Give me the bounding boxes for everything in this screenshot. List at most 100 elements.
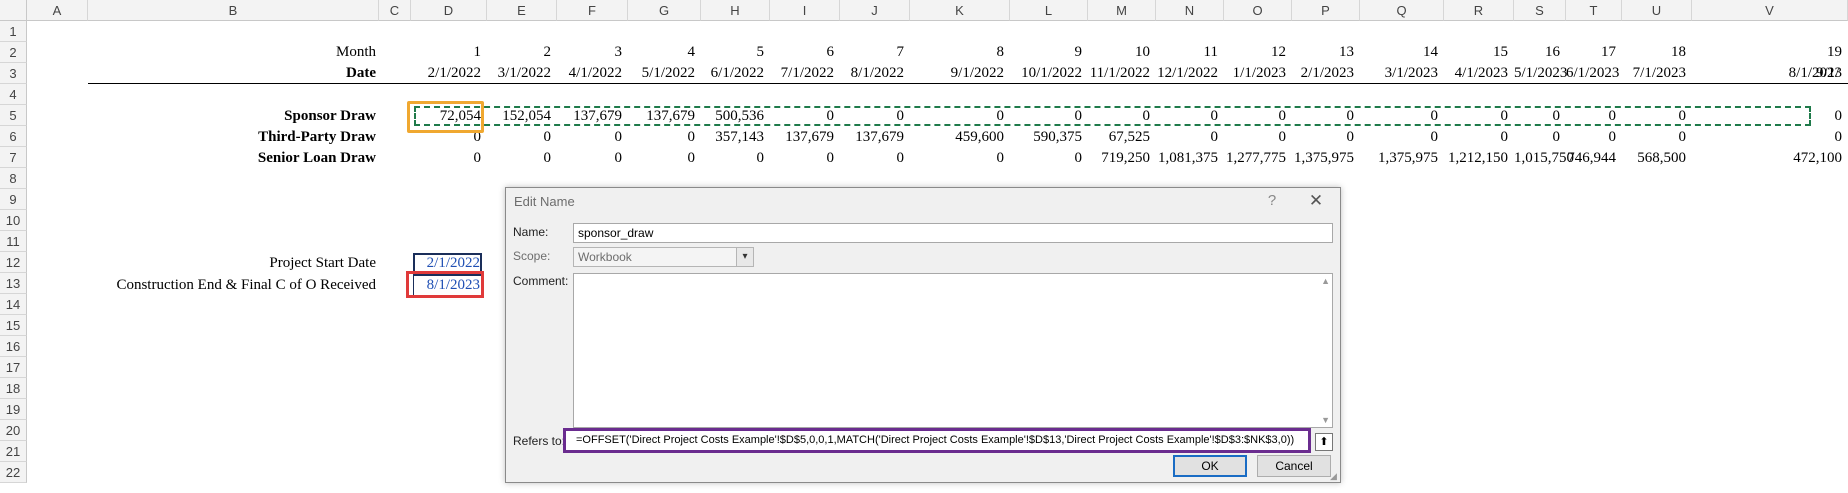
month-cell[interactable]: 9 — [1010, 42, 1083, 63]
ok-button[interactable]: OK — [1173, 455, 1247, 477]
third-party-draw-cell[interactable]: 0 — [1514, 127, 1561, 148]
month-cell[interactable]: 13 — [1292, 42, 1354, 63]
column-header-k[interactable]: K — [910, 0, 1010, 21]
column-header-d[interactable]: D — [411, 0, 487, 21]
third-party-draw-cell[interactable]: 67,525 — [1088, 127, 1150, 148]
month-cell[interactable]: 2 — [487, 42, 552, 63]
row-header-20[interactable]: 20 — [0, 420, 27, 441]
row-header-5[interactable]: 5 — [0, 105, 27, 126]
row-header-9[interactable]: 9 — [0, 189, 27, 210]
third-party-draw-cell[interactable]: 0 — [1156, 127, 1219, 148]
third-party-draw-cell[interactable]: 590,375 — [1010, 127, 1082, 148]
column-header-n[interactable]: N — [1156, 0, 1224, 21]
row-header-19[interactable]: 19 — [0, 399, 27, 420]
senior-loan-draw-cell[interactable]: 719,250 — [1088, 148, 1150, 169]
senior-loan-draw-cell[interactable]: 472,100 — [1692, 148, 1842, 169]
month-cell[interactable]: 12 — [1224, 42, 1286, 63]
date-cell[interactable]: 6/1/2023 — [1566, 63, 1619, 84]
date-cell[interactable]: 5/1/2022 — [628, 63, 695, 84]
month-cell[interactable]: 4 — [628, 42, 696, 63]
column-header-s[interactable]: S — [1514, 0, 1566, 21]
column-header-t[interactable]: T — [1566, 0, 1622, 21]
date-cell[interactable]: 4/1/2022 — [557, 63, 622, 84]
resize-grip-icon[interactable]: ◢ — [1330, 472, 1338, 481]
third-party-draw-cell[interactable]: 357,143 — [701, 127, 764, 148]
third-party-draw-cell[interactable]: 0 — [1622, 127, 1687, 148]
row-header-7[interactable]: 7 — [0, 147, 27, 168]
month-cell[interactable]: 10 — [1088, 42, 1150, 63]
row-header-14[interactable]: 14 — [0, 294, 27, 315]
senior-loan-draw-cell[interactable]: 0 — [411, 148, 482, 169]
third-party-draw-cell[interactable]: 0 — [1444, 127, 1509, 148]
date-cell[interactable]: 3/1/2023 — [1360, 63, 1438, 84]
date-cell[interactable]: 11/1/2022 — [1088, 63, 1150, 84]
senior-loan-draw-cell[interactable]: 746,944 — [1566, 148, 1616, 169]
month-cell[interactable]: 14 — [1360, 42, 1438, 63]
help-icon[interactable]: ? — [1262, 192, 1282, 209]
date-cell[interactable]: 9/1/2022 — [910, 63, 1004, 84]
row-header-8[interactable]: 8 — [0, 168, 27, 189]
row-header-15[interactable]: 15 — [0, 315, 27, 336]
date-cell[interactable]: 1/1/2023 — [1224, 63, 1286, 84]
senior-loan-draw-cell[interactable]: 0 — [910, 148, 1005, 169]
date-cell[interactable]: 12/1/2022 — [1156, 63, 1218, 84]
date-cell[interactable]: 2/1/2022 — [411, 63, 481, 84]
column-header-o[interactable]: O — [1224, 0, 1292, 21]
row-header-11[interactable]: 11 — [0, 231, 27, 252]
third-party-draw-cell[interactable]: 137,679 — [840, 127, 904, 148]
scroll-down-icon[interactable]: ▼ — [1321, 415, 1330, 425]
senior-loan-draw-cell[interactable]: 0 — [770, 148, 835, 169]
scroll-up-icon[interactable]: ▲ — [1321, 276, 1330, 286]
third-party-draw-cell[interactable]: 0 — [487, 127, 552, 148]
senior-loan-draw-cell[interactable]: 1,375,975 — [1292, 148, 1354, 169]
column-header-a[interactable]: A — [27, 0, 88, 21]
column-header-j[interactable]: J — [840, 0, 910, 21]
collapse-dialog-icon[interactable]: ⬆ — [1315, 433, 1333, 451]
senior-loan-draw-cell[interactable]: 1,015,750 — [1514, 148, 1574, 169]
senior-loan-draw-cell[interactable]: 1,375,975 — [1360, 148, 1438, 169]
third-party-draw-cell[interactable]: 459,600 — [910, 127, 1004, 148]
row-header-13[interactable]: 13 — [0, 273, 27, 294]
close-icon[interactable]: ✕ — [1306, 191, 1326, 211]
month-cell[interactable]: 5 — [701, 42, 765, 63]
date-cell[interactable]: 7/1/2022 — [770, 63, 834, 84]
row-header-1[interactable]: 1 — [0, 21, 27, 42]
date-overflow-cell[interactable]: 9/1/ — [1816, 63, 1839, 84]
column-header-f[interactable]: F — [557, 0, 628, 21]
row-header-2[interactable]: 2 — [0, 42, 27, 63]
date-cell[interactable]: 6/1/2022 — [701, 63, 764, 84]
date-cell[interactable]: 4/1/2023 — [1444, 63, 1508, 84]
senior-loan-draw-cell[interactable]: 1,212,150 — [1444, 148, 1508, 169]
date-cell[interactable]: 7/1/2023 — [1622, 63, 1686, 84]
third-party-draw-cell[interactable]: 0 — [557, 127, 623, 148]
senior-loan-draw-cell[interactable]: 1,277,775 — [1224, 148, 1286, 169]
third-party-draw-cell[interactable]: 137,679 — [770, 127, 834, 148]
row-header-6[interactable]: 6 — [0, 126, 27, 147]
column-header-m[interactable]: M — [1088, 0, 1156, 21]
month-cell[interactable]: 16 — [1514, 42, 1560, 63]
senior-loan-draw-cell[interactable]: 0 — [487, 148, 552, 169]
third-party-draw-cell[interactable]: 0 — [1224, 127, 1287, 148]
row-header-4[interactable]: 4 — [0, 84, 27, 105]
senior-loan-draw-cell[interactable]: 0 — [628, 148, 696, 169]
date-cell[interactable]: 5/1/2023 — [1514, 63, 1567, 84]
month-cell[interactable]: 17 — [1566, 42, 1616, 63]
column-header-g[interactable]: G — [628, 0, 701, 21]
month-cell[interactable]: 18 — [1622, 42, 1686, 63]
row-header-3[interactable]: 3 — [0, 63, 27, 84]
third-party-draw-cell[interactable]: 0 — [628, 127, 696, 148]
column-header-i[interactable]: I — [770, 0, 840, 21]
row-header-22[interactable]: 22 — [0, 462, 27, 483]
column-header-l[interactable]: L — [1010, 0, 1088, 21]
third-party-draw-cell[interactable]: 0 — [1566, 127, 1617, 148]
date-cell[interactable]: 10/1/2022 — [1010, 63, 1082, 84]
column-header-r[interactable]: R — [1444, 0, 1514, 21]
senior-loan-draw-cell[interactable]: 0 — [557, 148, 623, 169]
row-header-12[interactable]: 12 — [0, 252, 27, 273]
senior-loan-draw-cell[interactable]: 0 — [840, 148, 905, 169]
column-header-u[interactable]: U — [1622, 0, 1692, 21]
column-header-b[interactable]: B — [88, 0, 379, 21]
senior-loan-draw-cell[interactable]: 1,081,375 — [1156, 148, 1218, 169]
comment-textarea[interactable]: ▲ ▼ — [573, 273, 1333, 428]
month-cell[interactable]: 11 — [1156, 42, 1218, 63]
